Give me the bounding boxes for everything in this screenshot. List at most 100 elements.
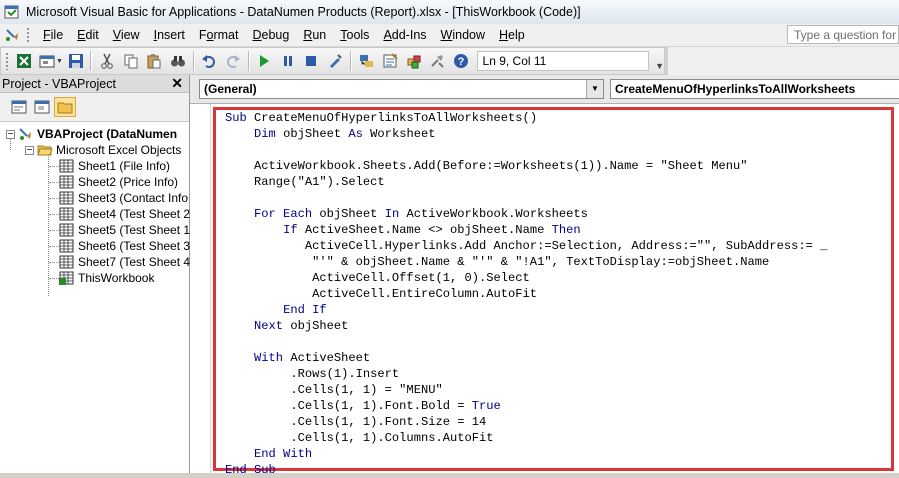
menu-file[interactable]: File xyxy=(36,24,70,46)
menu-debug[interactable]: Debug xyxy=(245,24,296,46)
menu-insert[interactable]: Insert xyxy=(147,24,192,46)
help-button[interactable]: ? xyxy=(450,50,472,72)
code-line[interactable]: .Cells(1, 1).Font.Size = 14 xyxy=(225,414,827,430)
menu-accelerator: V xyxy=(112,28,121,42)
collapse-icon[interactable]: − xyxy=(25,145,34,155)
vba-menu-icon[interactable] xyxy=(4,27,22,43)
code-line[interactable]: ActiveWorkbook.Sheets.Add(Before:=Worksh… xyxy=(225,158,827,174)
code-line[interactable]: With ActiveSheet xyxy=(225,350,827,366)
code-line[interactable] xyxy=(225,334,827,350)
find-button[interactable] xyxy=(167,50,189,72)
code-line[interactable]: End If xyxy=(225,302,827,318)
code-line[interactable]: ActiveCell.Offset(1, 0).Select xyxy=(225,270,827,286)
view-excel-button[interactable] xyxy=(13,50,35,72)
code-line[interactable]: If ActiveSheet.Name <> objSheet.Name The… xyxy=(225,222,827,238)
worksheet-icon xyxy=(59,175,74,189)
menu-edit[interactable]: Edit xyxy=(70,24,106,46)
menu-label-rest: indow xyxy=(452,28,486,42)
menu-run[interactable]: Run xyxy=(296,24,333,46)
code-token: .Rows(1).Insert xyxy=(225,367,400,381)
code-line[interactable]: Next objSheet xyxy=(225,318,827,334)
svg-text:?: ? xyxy=(457,56,464,68)
menu-label-rest: iew xyxy=(120,28,140,42)
code-line[interactable]: Dim objSheet As Worksheet xyxy=(225,126,827,142)
redo-button[interactable] xyxy=(222,50,244,72)
menu-view[interactable]: View xyxy=(106,24,147,46)
menu-accelerator: W xyxy=(440,28,453,42)
redo-icon xyxy=(226,55,240,68)
paste-button[interactable] xyxy=(143,50,165,72)
view-code-button[interactable] xyxy=(8,97,30,117)
reset-button[interactable] xyxy=(301,50,323,72)
code-margin[interactable] xyxy=(190,104,211,473)
tree-item-sheet6[interactable]: Sheet6 (Test Sheet 3 xyxy=(0,238,190,254)
toolbar-grip[interactable] xyxy=(5,52,9,70)
collapse-icon[interactable]: − xyxy=(6,129,15,139)
run-button[interactable] xyxy=(254,50,276,72)
design-mode-button[interactable] xyxy=(324,50,346,72)
procedure-dropdown[interactable]: CreateMenuOfHyperlinksToAllWorksheets xyxy=(610,79,899,99)
code-line[interactable] xyxy=(225,142,827,158)
menu-addins[interactable]: Add-Ins xyxy=(376,24,433,46)
menu-label-rest: un xyxy=(312,28,327,42)
code-line[interactable]: For Each objSheet In ActiveWorkbook.Work… xyxy=(225,206,827,222)
properties-button[interactable] xyxy=(379,50,401,72)
code-line[interactable]: .Cells(1, 1).Columns.AutoFit xyxy=(225,430,827,446)
code-token: ActiveCell.Offset(1, 0).Select xyxy=(225,271,530,285)
tree-item-thisworkbook[interactable]: ThisWorkbook xyxy=(0,270,189,286)
project-explorer-button[interactable] xyxy=(356,50,378,72)
code-line[interactable]: Sub CreateMenuOfHyperlinksToAllWorksheet… xyxy=(225,110,827,126)
close-icon[interactable]: ✕ xyxy=(171,75,189,92)
tree-root-vbaproject[interactable]: − VBAProject (DataNumen xyxy=(0,126,189,142)
ask-question-input[interactable]: Type a question for xyxy=(787,25,899,44)
insert-userform-button[interactable] xyxy=(36,50,58,72)
code-line[interactable]: ActiveCell.EntireColumn.AutoFit xyxy=(225,286,827,302)
worksheet-icon xyxy=(59,191,74,205)
code-line[interactable]: ActiveCell.Hyperlinks.Add Anchor:=Select… xyxy=(225,238,828,254)
code-line[interactable]: .Rows(1).Insert xyxy=(225,366,827,382)
code-line[interactable]: .Cells(1, 1).Font.Bold = True xyxy=(225,398,827,414)
tree-item-sheet4[interactable]: Sheet4 (Test Sheet 2 xyxy=(0,206,190,222)
tree-item-sheet7[interactable]: Sheet7 (Test Sheet 4 xyxy=(0,254,190,270)
menu-grip[interactable] xyxy=(26,27,30,43)
code-line[interactable]: Range("A1").Select xyxy=(225,174,827,190)
code-line[interactable] xyxy=(225,190,827,206)
code-line[interactable]: End Sub xyxy=(225,462,827,478)
object-dropdown[interactable]: (General) ▼ xyxy=(199,79,604,99)
tree-label: ThisWorkbook xyxy=(78,271,155,285)
code-keyword: For Each xyxy=(254,207,320,221)
menu-window[interactable]: Window xyxy=(434,24,492,46)
code-editor[interactable]: Sub CreateMenuOfHyperlinksToAllWorksheet… xyxy=(190,104,899,477)
menu-accelerator: A xyxy=(383,28,392,42)
save-button[interactable] xyxy=(65,50,87,72)
worksheet-icon xyxy=(59,239,74,253)
undo-button[interactable] xyxy=(199,50,221,72)
break-button[interactable] xyxy=(277,50,299,72)
code-token: .Cells(1, 1).Columns.AutoFit xyxy=(225,431,494,445)
tree-item-sheet3[interactable]: Sheet3 (Contact Info xyxy=(0,190,189,206)
menu-help[interactable]: Help xyxy=(492,24,532,46)
code-token: objSheet xyxy=(319,207,385,221)
chevron-down-icon[interactable]: ▼ xyxy=(56,58,64,65)
code-line[interactable]: "'" & objSheet.Name & "'" & "!A1", TextT… xyxy=(225,254,827,270)
code-line[interactable]: .Cells(1, 1) = "MENU" xyxy=(225,382,827,398)
tree-item-sheet5[interactable]: Sheet5 (Test Sheet 1 xyxy=(0,222,190,238)
object-browser-button[interactable] xyxy=(403,50,425,72)
view-object-button[interactable] xyxy=(31,97,53,117)
tree-item-sheet2[interactable]: Sheet2 (Price Info) xyxy=(0,174,189,190)
menu-accelerator: F xyxy=(43,28,51,42)
toolbar-options-icon[interactable]: ▼ xyxy=(655,61,664,71)
tree-folder-excel-objects[interactable]: − Microsoft Excel Objects xyxy=(0,142,189,158)
toggle-folders-button[interactable] xyxy=(54,97,76,117)
chevron-down-icon[interactable]: ▼ xyxy=(586,80,603,98)
menu-format[interactable]: Format xyxy=(192,24,246,46)
tree-label: VBAProject (DataNumen xyxy=(37,127,178,141)
copy-button[interactable] xyxy=(120,50,142,72)
toolbox-button[interactable] xyxy=(426,50,448,72)
menu-tools[interactable]: Tools xyxy=(333,24,376,46)
cut-button[interactable] xyxy=(96,50,118,72)
code-text[interactable]: Sub CreateMenuOfHyperlinksToAllWorksheet… xyxy=(225,110,827,478)
code-line[interactable]: End With xyxy=(225,446,827,462)
tree-item-sheet1[interactable]: Sheet1 (File Info) xyxy=(0,158,189,174)
